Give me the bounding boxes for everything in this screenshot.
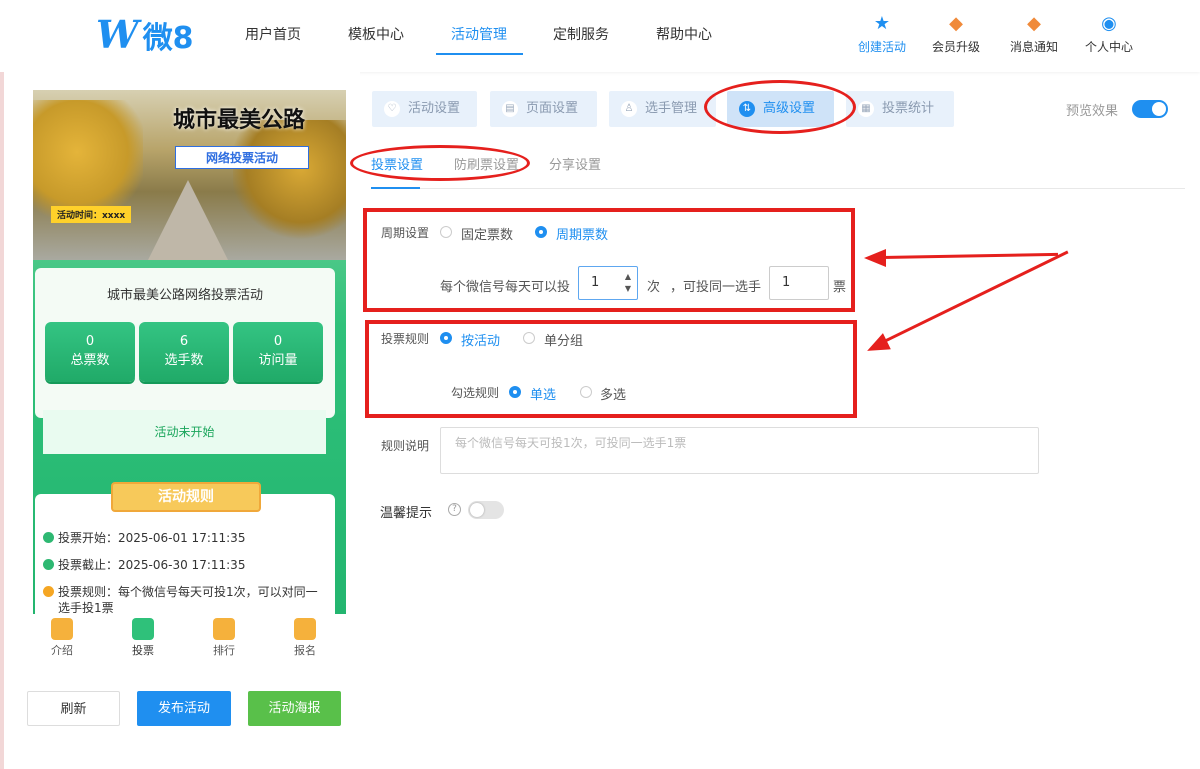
tab-label: 页面设置 — [526, 101, 579, 116]
rule-description-label: 规则说明 — [381, 439, 430, 453]
rule-vote: 投票规则：每个微信号每天可投1次，可以对同一选手投1票 — [43, 584, 327, 614]
tips-toggle[interactable] — [468, 501, 504, 519]
logo[interactable]: W 微8 — [96, 12, 194, 57]
tab-label: 介绍 — [51, 644, 73, 657]
user-icon: ◉ — [1101, 13, 1117, 34]
nav-templates[interactable]: 模板中心 — [348, 24, 404, 44]
banner-subtitle: 网络投票活动 — [175, 146, 310, 169]
rule-start: 投票开始：2025-06-01 17:11:35 — [43, 530, 327, 546]
member-upgrade-button[interactable]: ◆ 会员升级 — [921, 14, 991, 55]
tab-vote-statistics[interactable]: ▦ 投票统计 — [846, 91, 954, 127]
top-navbar: W 微8 用户首页 模板中心 活动管理 定制服务 帮助中心 ★ 创建活动 ◆ 会… — [0, 0, 1200, 72]
logo-mark: W — [96, 12, 139, 57]
tab-intro[interactable]: 介绍 — [37, 618, 87, 658]
banner-tree-right — [233, 120, 346, 240]
heart-icon: ♡ — [384, 101, 400, 117]
rules-heading: 活动规则 — [111, 482, 261, 512]
logo-text: 微8 — [142, 20, 194, 56]
stat-label: 选手数 — [164, 353, 204, 368]
preview-effect-label: 预览效果 — [1066, 104, 1119, 119]
nav-home[interactable]: 用户首页 — [245, 24, 301, 44]
annotation-arrowhead-2 — [863, 333, 891, 359]
tab-vote[interactable]: 投票 — [118, 618, 168, 658]
stat-visits: 0 访问量 — [233, 322, 323, 382]
activity-status: 活动未开始 — [43, 410, 326, 454]
clock-icon — [43, 559, 54, 570]
preview-effect-toggle[interactable] — [1132, 100, 1168, 118]
stat-label: 总票数 — [70, 353, 110, 368]
tab-label: 选手管理 — [645, 101, 698, 116]
tab-label: 投票 — [132, 644, 154, 657]
chart-icon: ▦ — [858, 101, 874, 117]
nav-activity-management[interactable]: 活动管理 — [451, 24, 507, 44]
stats-card: 城市最美公路网络投票活动 0 总票数 6 选手数 0 访问量 — [35, 268, 335, 418]
banner-road — [148, 180, 228, 260]
phone-preview: 城市最美公路 网络投票活动 活动时间：xxxx 城市最美公路网络投票活动 0 总… — [33, 90, 346, 614]
help-icon[interactable]: ? — [448, 503, 461, 516]
annotation-arrowhead-1 — [864, 249, 886, 267]
tab-label: 排行 — [213, 644, 235, 657]
publish-activity-button[interactable]: 发布活动 — [137, 691, 231, 726]
tab-contestant-management[interactable]: ♙ 选手管理 — [609, 91, 716, 127]
star-icon: ★ — [873, 13, 891, 34]
create-activity-label: 创建活动 — [857, 40, 906, 54]
activity-poster-button[interactable]: 活动海报 — [248, 691, 341, 726]
stat-value: 0 — [85, 334, 95, 349]
tab-ranking[interactable]: 排行 — [199, 618, 249, 658]
person-icon: ♙ — [621, 101, 637, 117]
page-icon: ▤ — [502, 101, 518, 117]
tab-label: 投票统计 — [882, 101, 935, 116]
trophy-icon — [213, 618, 235, 640]
crown-icon: ◆ — [949, 13, 963, 34]
clock-icon — [43, 532, 54, 543]
annotation-box-cycle — [363, 208, 855, 312]
rule-text: 投票规则：每个微信号每天可投1次，可以对同一选手投1票 — [58, 585, 318, 614]
stat-label: 访问量 — [258, 353, 298, 368]
rule-text: 投票开始：2025-06-01 17:11:35 — [58, 531, 246, 545]
tab-page-settings[interactable]: ▤ 页面设置 — [490, 91, 597, 127]
subtab-share[interactable]: 分享设置 — [549, 154, 601, 173]
tab-activity-settings[interactable]: ♡ 活动设置 — [372, 91, 477, 127]
annotation-oval-subtabs — [350, 145, 530, 181]
rule-end: 投票截止：2025-06-30 17:11:35 — [43, 557, 327, 573]
notifications-button[interactable]: ◆ 消息通知 — [999, 14, 1069, 55]
edit-icon — [294, 618, 316, 640]
nav-active-underline — [436, 53, 523, 55]
annotation-oval-advanced — [704, 80, 856, 134]
profile-button[interactable]: ◉ 个人中心 — [1074, 14, 1144, 55]
stat-value: 6 — [179, 334, 189, 349]
stat-total-votes: 0 总票数 — [45, 322, 135, 382]
create-activity-button[interactable]: ★ 创建活动 — [847, 14, 917, 55]
refresh-button[interactable]: 刷新 — [27, 691, 120, 726]
info-icon — [43, 586, 54, 597]
tab-label: 活动设置 — [408, 101, 461, 116]
activity-banner: 城市最美公路 网络投票活动 活动时间：xxxx — [33, 90, 346, 260]
annotation-arrow-1 — [879, 252, 1058, 259]
document-icon — [51, 618, 73, 640]
nav-custom-service[interactable]: 定制服务 — [553, 24, 609, 44]
activity-name: 城市最美公路网络投票活动 — [106, 288, 263, 303]
subtab-divider — [371, 188, 1185, 189]
tips-label: 温馨提示 — [380, 506, 433, 521]
banner-title: 城市最美公路 — [173, 108, 306, 133]
rule-description-textarea[interactable]: 每个微信号每天可投1次，可投同一选手1票 — [440, 427, 1039, 474]
preview-tabbar: 介绍 投票 排行 报名 — [33, 614, 346, 668]
tab-signup[interactable]: 报名 — [280, 618, 330, 658]
bell-icon: ◆ — [1027, 13, 1041, 34]
member-upgrade-label: 会员升级 — [931, 40, 980, 54]
notifications-label: 消息通知 — [1009, 40, 1058, 54]
nav-help[interactable]: 帮助中心 — [656, 24, 712, 44]
tab-label: 报名 — [294, 644, 316, 657]
annotation-box-rule — [365, 320, 857, 418]
profile-label: 个人中心 — [1084, 40, 1133, 54]
stat-value: 0 — [273, 334, 283, 349]
stat-contestants: 6 选手数 — [139, 322, 229, 382]
subtab-active-underline — [371, 187, 420, 189]
ballot-icon — [132, 618, 154, 640]
annotation-arrow-2 — [879, 250, 1069, 345]
banner-time: 活动时间：xxxx — [51, 206, 132, 223]
rule-text: 投票截止：2025-06-30 17:11:35 — [58, 558, 246, 572]
